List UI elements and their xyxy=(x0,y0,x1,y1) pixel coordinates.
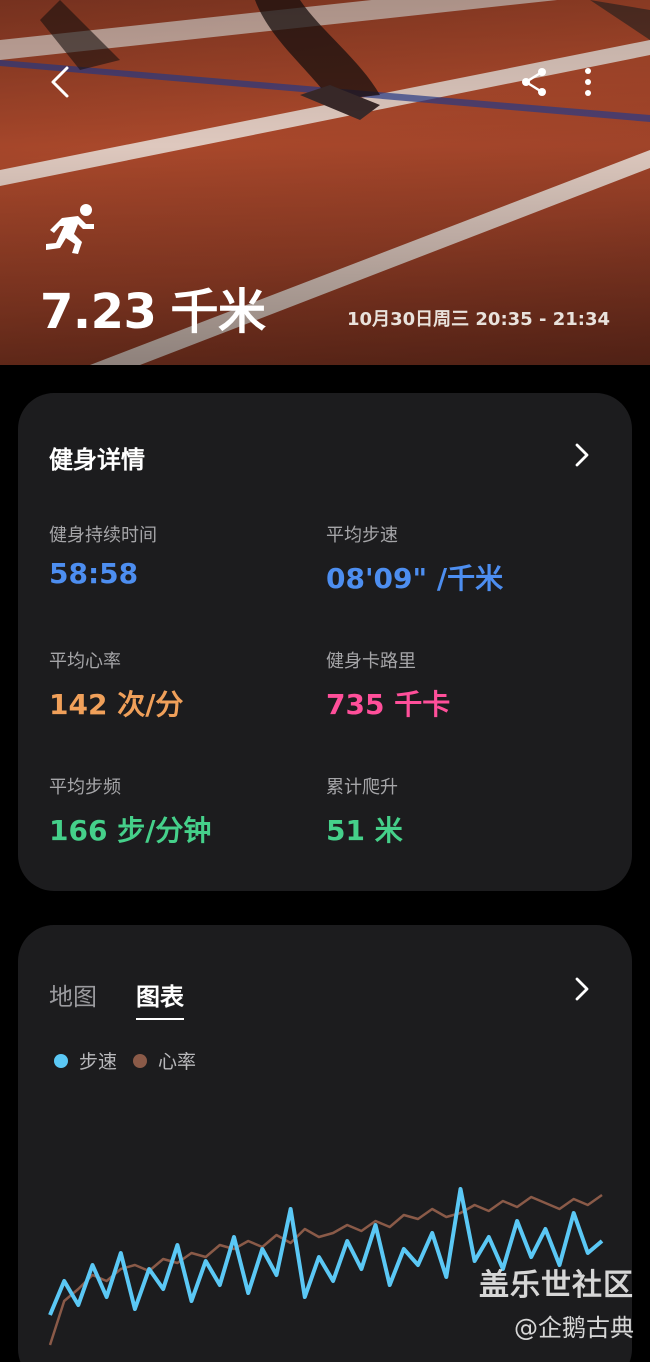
stat-label: 健身持续时间 xyxy=(49,525,157,546)
more-vertical-icon xyxy=(585,68,591,96)
stat-value: 735 千卡 xyxy=(326,688,451,721)
chart-legend: 步速 心率 xyxy=(54,1047,212,1074)
share-icon xyxy=(522,68,546,96)
distance-value: 7.23 xyxy=(40,284,157,340)
stat-value: 08'09" /千米 xyxy=(326,562,504,595)
running-icon xyxy=(46,204,94,254)
legend-label: 步速 xyxy=(79,1051,118,1073)
stat-value: 142 次/分 xyxy=(49,688,184,721)
stat-value: 58:58 xyxy=(49,557,139,590)
more-options-button[interactable] xyxy=(566,60,610,104)
chevron-left-icon xyxy=(51,66,69,98)
stat-label: 平均步速 xyxy=(326,525,398,546)
details-expand-button[interactable] xyxy=(562,435,602,475)
legend-dot xyxy=(54,1053,68,1068)
hero-banner: 7.23 千米 10月30日周三 20:35 - 21:34 xyxy=(0,0,650,365)
stat-label: 平均心率 xyxy=(49,651,121,672)
details-title: 健身详情 xyxy=(49,446,145,474)
legend-item-pace: 步速 xyxy=(54,1047,117,1074)
stat-label: 累计爬升 xyxy=(326,777,398,798)
workout-details-card[interactable]: 健身详情 健身持续时间 58:58 平均步速 08'09" /千米 平均心率 1… xyxy=(18,393,632,891)
tab-chart[interactable]: 图表 xyxy=(136,977,184,1020)
stat-avg-pace: 平均步速 08'09" /千米 xyxy=(326,521,503,597)
back-button[interactable] xyxy=(38,58,82,106)
watermark: 盖乐世社区 @企鹅古典 xyxy=(479,1260,634,1343)
chevron-right-icon xyxy=(575,443,589,467)
stat-duration: 健身持续时间 58:58 xyxy=(49,521,157,590)
stat-avg-heart-rate: 平均心率 142 次/分 xyxy=(49,647,183,723)
stat-elevation-gain: 累计爬升 51 米 xyxy=(326,773,403,849)
stat-label: 平均步频 xyxy=(49,777,121,798)
tab-map[interactable]: 地图 xyxy=(49,977,97,1018)
distance-display: 7.23 千米 xyxy=(40,272,266,342)
share-button[interactable] xyxy=(512,60,556,104)
distance-unit: 千米 xyxy=(170,284,266,340)
legend-dot xyxy=(133,1053,148,1068)
workout-time-range: 10月30日周三 20:35 - 21:34 xyxy=(347,309,610,330)
watermark-line1: 盖乐世社区 xyxy=(479,1268,634,1303)
watermark-line2: @企鹅古典 xyxy=(514,1314,634,1342)
legend-item-heart-rate: 心率 xyxy=(133,1047,196,1074)
legend-label: 心率 xyxy=(158,1051,197,1073)
stat-value: 51 米 xyxy=(326,814,403,847)
stat-value: 166 步/分钟 xyxy=(49,814,212,847)
chevron-right-icon xyxy=(575,977,589,1001)
stat-calories: 健身卡路里 735 千卡 xyxy=(326,647,450,723)
stat-avg-cadence: 平均步频 166 步/分钟 xyxy=(49,773,211,849)
stat-label: 健身卡路里 xyxy=(326,651,416,672)
chart-expand-button[interactable] xyxy=(562,969,602,1009)
